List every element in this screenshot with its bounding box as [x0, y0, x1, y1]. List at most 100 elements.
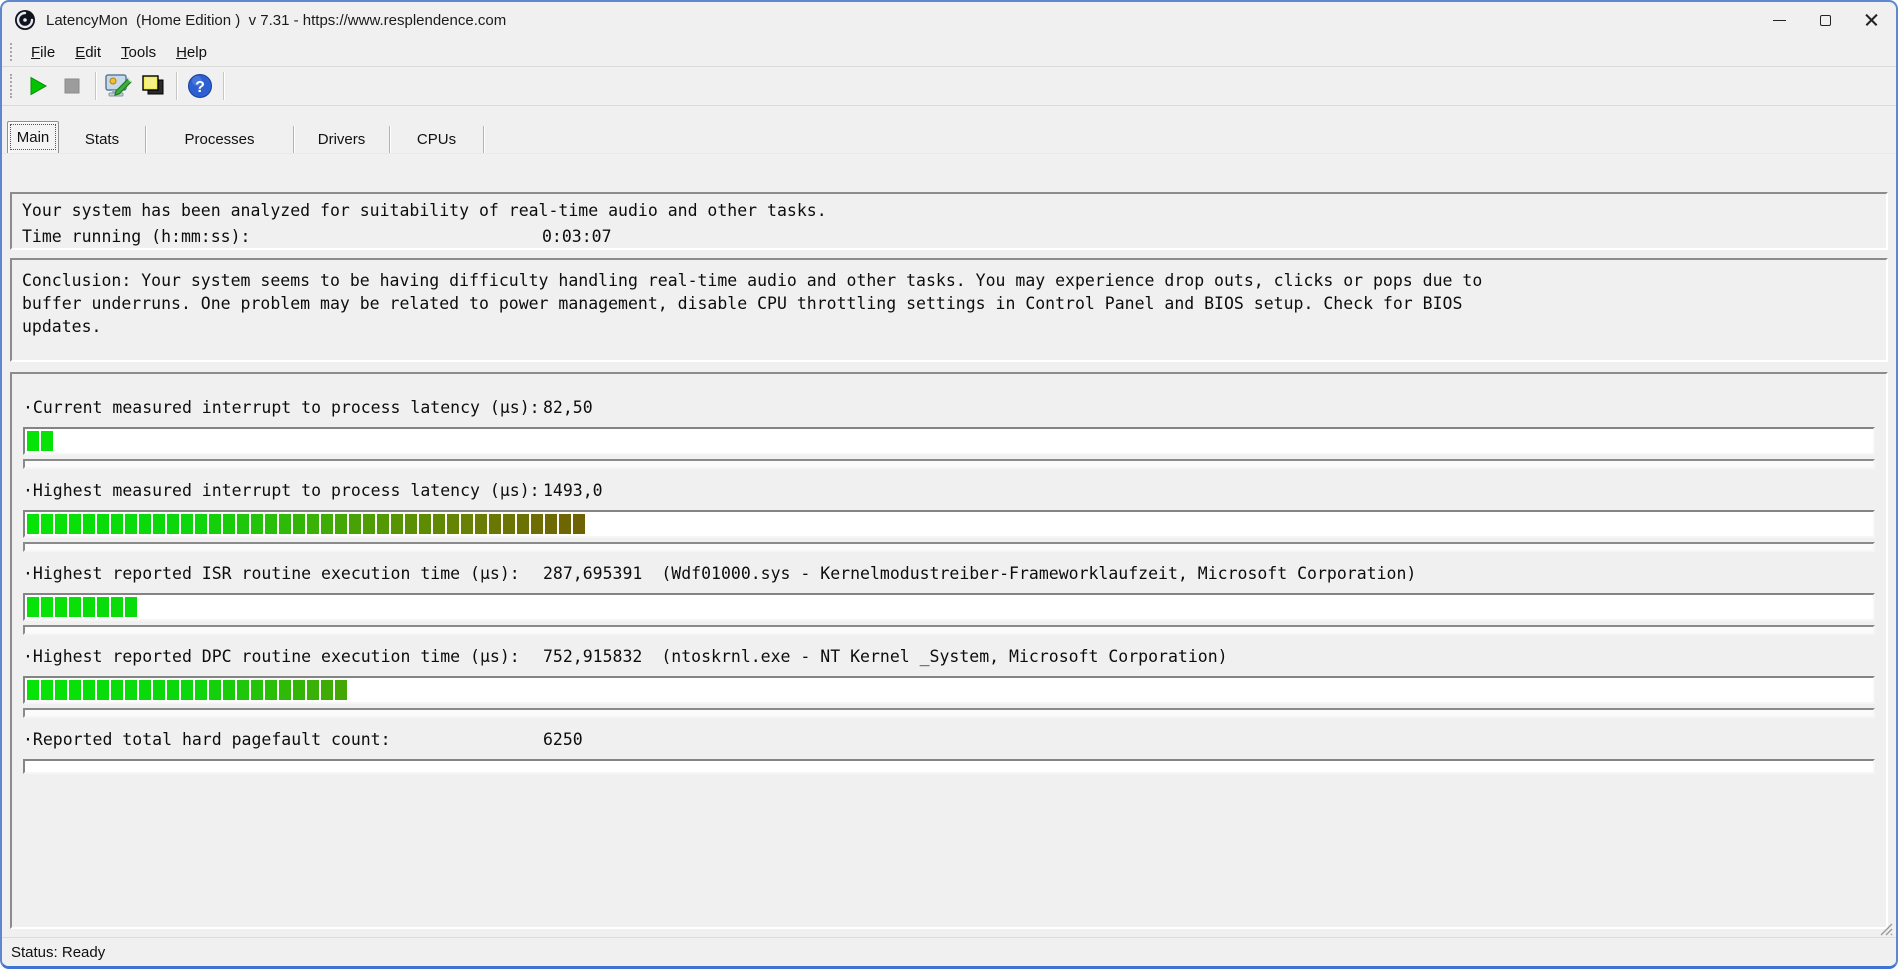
report-button[interactable]	[102, 70, 136, 102]
bar-segment	[83, 680, 95, 700]
bar-segment	[111, 514, 123, 534]
window-title: LatencyMon (Home Edition ) v 7.31 - http…	[46, 12, 506, 29]
minimize-button[interactable]	[1756, 2, 1802, 38]
time-running-label: Time running (h:mm:ss):	[22, 224, 542, 250]
toolbar-separator	[95, 72, 96, 100]
bar-segment	[265, 680, 277, 700]
metric-value: 82,50	[543, 398, 593, 417]
bar-segment	[41, 680, 53, 700]
close-button[interactable]	[1848, 2, 1894, 38]
tab-processes[interactable]: Processes	[146, 126, 294, 153]
status-text: Status: Ready	[11, 944, 105, 961]
maximize-button[interactable]	[1802, 2, 1848, 38]
metric-label: ·Highest reported ISR routine execution …	[23, 564, 543, 583]
bar-segment	[111, 680, 123, 700]
metric-value: 6250	[543, 730, 583, 749]
conclusion-line: Conclusion: Your system seems to be havi…	[22, 269, 1886, 292]
metric-row: ·Highest measured interrupt to process l…	[23, 481, 1875, 552]
bar-segment	[209, 680, 221, 700]
bar-segment	[223, 680, 235, 700]
analysis-box: Your system has been analyzed for suitab…	[10, 192, 1888, 250]
copy-report-button[interactable]	[136, 70, 170, 102]
bar-segment	[419, 514, 431, 534]
minimize-icon	[1773, 20, 1786, 21]
menu-bar: File Edit Tools Help	[2, 38, 1896, 66]
bar-segment	[391, 514, 403, 534]
latency-bar	[23, 676, 1875, 704]
menubar-gripper[interactable]	[10, 43, 14, 61]
maximize-icon	[1820, 15, 1831, 26]
toolbar-separator	[176, 72, 177, 100]
menu-edit[interactable]: Edit	[65, 41, 111, 64]
bar-segment	[167, 514, 179, 534]
app-window: LatencyMon (Home Edition ) v 7.31 - http…	[0, 0, 1898, 969]
metric-label: ·Current measured interrupt to process l…	[23, 398, 543, 417]
stop-monitor-button[interactable]	[55, 70, 89, 102]
bar-segment	[139, 514, 151, 534]
bar-segment	[27, 597, 39, 617]
bar-segment	[545, 514, 557, 534]
bar-segment	[265, 514, 277, 534]
bar-segment	[69, 597, 81, 617]
menu-file[interactable]: File	[21, 41, 65, 64]
metric-value: 287,695391	[543, 564, 642, 583]
metric-row: ·Highest reported ISR routine execution …	[23, 564, 1875, 635]
bar-segment	[111, 597, 123, 617]
bar-segment	[321, 514, 333, 534]
bar-segment	[125, 514, 137, 534]
status-bar: Status: Ready	[2, 937, 1896, 966]
bar-segment	[125, 680, 137, 700]
tab-cpus[interactable]: CPUs	[390, 126, 484, 153]
conclusion-box: Conclusion: Your system seems to be havi…	[10, 258, 1888, 362]
bar-segment	[195, 514, 207, 534]
bar-segment	[223, 514, 235, 534]
metric-driver-info: (Wdf01000.sys - Kernelmodustreiber-Frame…	[661, 564, 1416, 583]
latency-bar	[23, 510, 1875, 538]
resize-grip-icon[interactable]	[1880, 923, 1893, 936]
bar-segment	[307, 680, 319, 700]
bar-segment	[363, 514, 375, 534]
tab-drivers[interactable]: Drivers	[294, 126, 390, 153]
bar-segment	[153, 514, 165, 534]
bar-segment	[405, 514, 417, 534]
close-icon	[1865, 14, 1878, 27]
conclusion-line: updates.	[22, 315, 1886, 338]
bar-segment	[97, 680, 109, 700]
metric-driver-info: (ntoskrnl.exe - NT Kernel _System, Micro…	[661, 647, 1227, 666]
tab-stats[interactable]: Stats	[59, 126, 146, 153]
bar-segment	[69, 514, 81, 534]
bar-segment	[97, 597, 109, 617]
bar-segment	[293, 680, 305, 700]
bar-segment	[125, 597, 137, 617]
play-icon	[27, 75, 49, 97]
help-button[interactable]: ?	[183, 70, 217, 102]
help-icon: ?	[187, 73, 213, 99]
bar-segment	[27, 431, 39, 451]
menu-help[interactable]: Help	[166, 41, 217, 64]
toolbar-gripper[interactable]	[10, 74, 14, 98]
metric-value: 1493,0	[543, 481, 603, 500]
bar-segment	[181, 514, 193, 534]
latencymon-app-icon	[14, 9, 36, 31]
bar-segment	[83, 597, 95, 617]
metric-row: ·Highest reported DPC routine execution …	[23, 647, 1875, 718]
bar-segment	[335, 680, 347, 700]
toolbar-separator	[223, 72, 224, 100]
bar-segment	[559, 514, 571, 534]
tab-main[interactable]: Main	[7, 121, 59, 153]
start-monitor-button[interactable]	[21, 70, 55, 102]
metric-label: ·Reported total hard pagefault count:	[23, 730, 543, 749]
bar-segment	[531, 514, 543, 534]
bar-segment	[573, 514, 585, 534]
bar-segment	[97, 514, 109, 534]
bar-segment	[503, 514, 515, 534]
bar-segment	[279, 680, 291, 700]
bar-groove	[23, 459, 1875, 469]
tab-strip: Main Stats Processes Drivers CPUs	[2, 106, 1896, 153]
menu-tools[interactable]: Tools	[111, 41, 166, 64]
bar-segment	[335, 514, 347, 534]
time-running-value: 0:03:07	[542, 224, 612, 250]
bar-segment	[349, 514, 361, 534]
bar-segment	[447, 514, 459, 534]
bar-segment	[251, 514, 263, 534]
